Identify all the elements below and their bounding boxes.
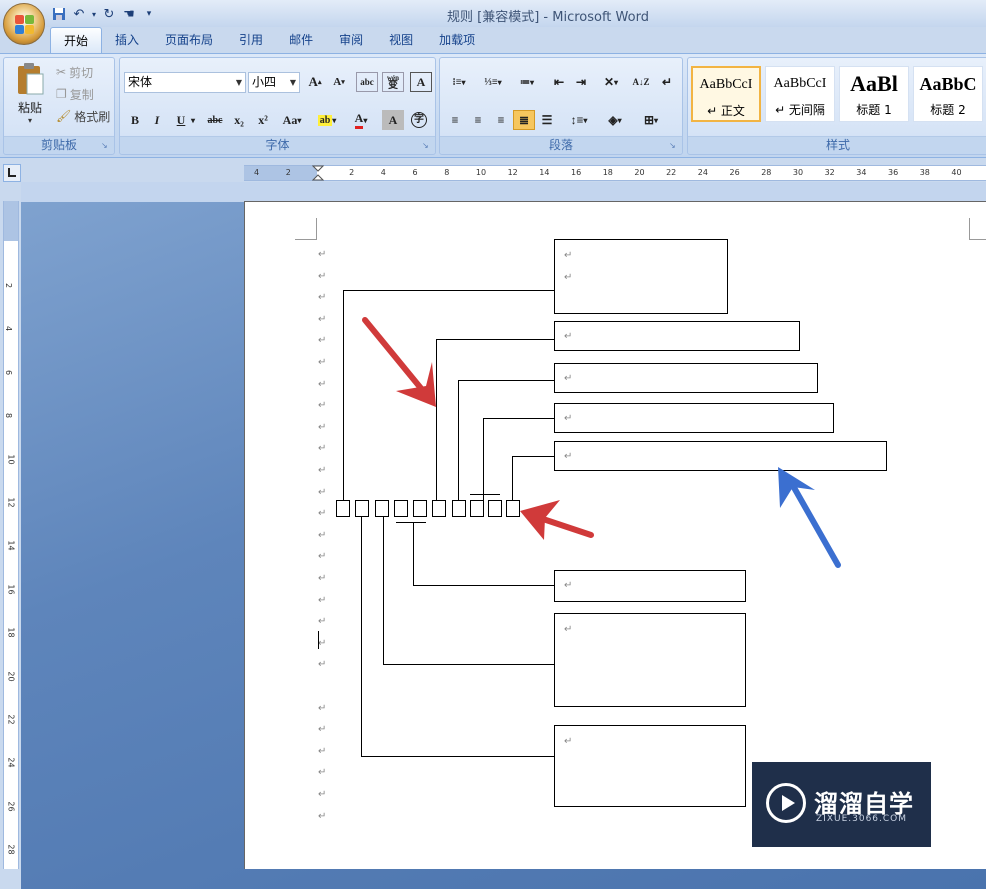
red-arrow-icon [362, 317, 436, 407]
watermark-url: ZIXUE.3066.COM [816, 814, 908, 824]
office-button[interactable] [3, 3, 45, 45]
watermark-logo: 溜溜自学 ZIXUE.3066.COM [752, 762, 931, 847]
play-icon [766, 783, 806, 823]
office-logo-icon [15, 15, 35, 35]
red-arrow-icon [520, 500, 594, 540]
annotation-overlay [362, 317, 841, 568]
blue-arrow-icon [778, 467, 841, 568]
